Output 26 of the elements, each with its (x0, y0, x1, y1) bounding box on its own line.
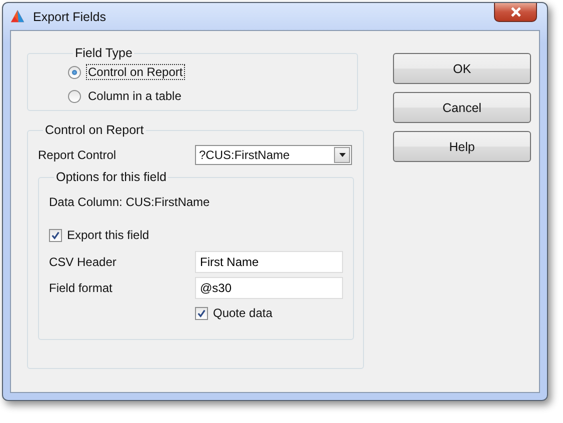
radio-label: Column in a table (87, 88, 182, 104)
caret-icon (338, 153, 346, 157)
group-label: Field Type (74, 46, 134, 60)
field-label: CSV Header (49, 255, 118, 269)
csv-header-field[interactable]: First Name (195, 251, 343, 273)
field-label: Field format (49, 281, 114, 295)
window-title: Export Fields (33, 10, 106, 24)
radio-label: Control on Report (86, 64, 185, 80)
checkbox[interactable] (195, 306, 208, 320)
checkbox-label: Quote data (213, 306, 272, 320)
radio-button[interactable] (68, 90, 81, 102)
dialog-button[interactable]: Cancel (393, 92, 531, 123)
dialog-button[interactable]: Help (393, 131, 531, 162)
close-icon (510, 7, 520, 17)
dialog-button[interactable]: OK (393, 53, 531, 84)
field-label: Report Control (38, 148, 118, 162)
radio-button[interactable] (68, 66, 81, 78)
data-column-text: Data Column: CUS:FirstName (49, 195, 211, 211)
group-label: Options for this field (55, 170, 168, 184)
checkbox[interactable] (49, 228, 62, 242)
dropdown[interactable]: ?CUS:FirstName (195, 145, 352, 165)
close-button[interactable] (494, 3, 537, 22)
app-logo-icon (10, 9, 25, 24)
checkbox-label: Export this field (67, 228, 150, 242)
field-format-field[interactable]: @s30 (195, 277, 343, 299)
group-label: Control on Report (44, 123, 145, 137)
